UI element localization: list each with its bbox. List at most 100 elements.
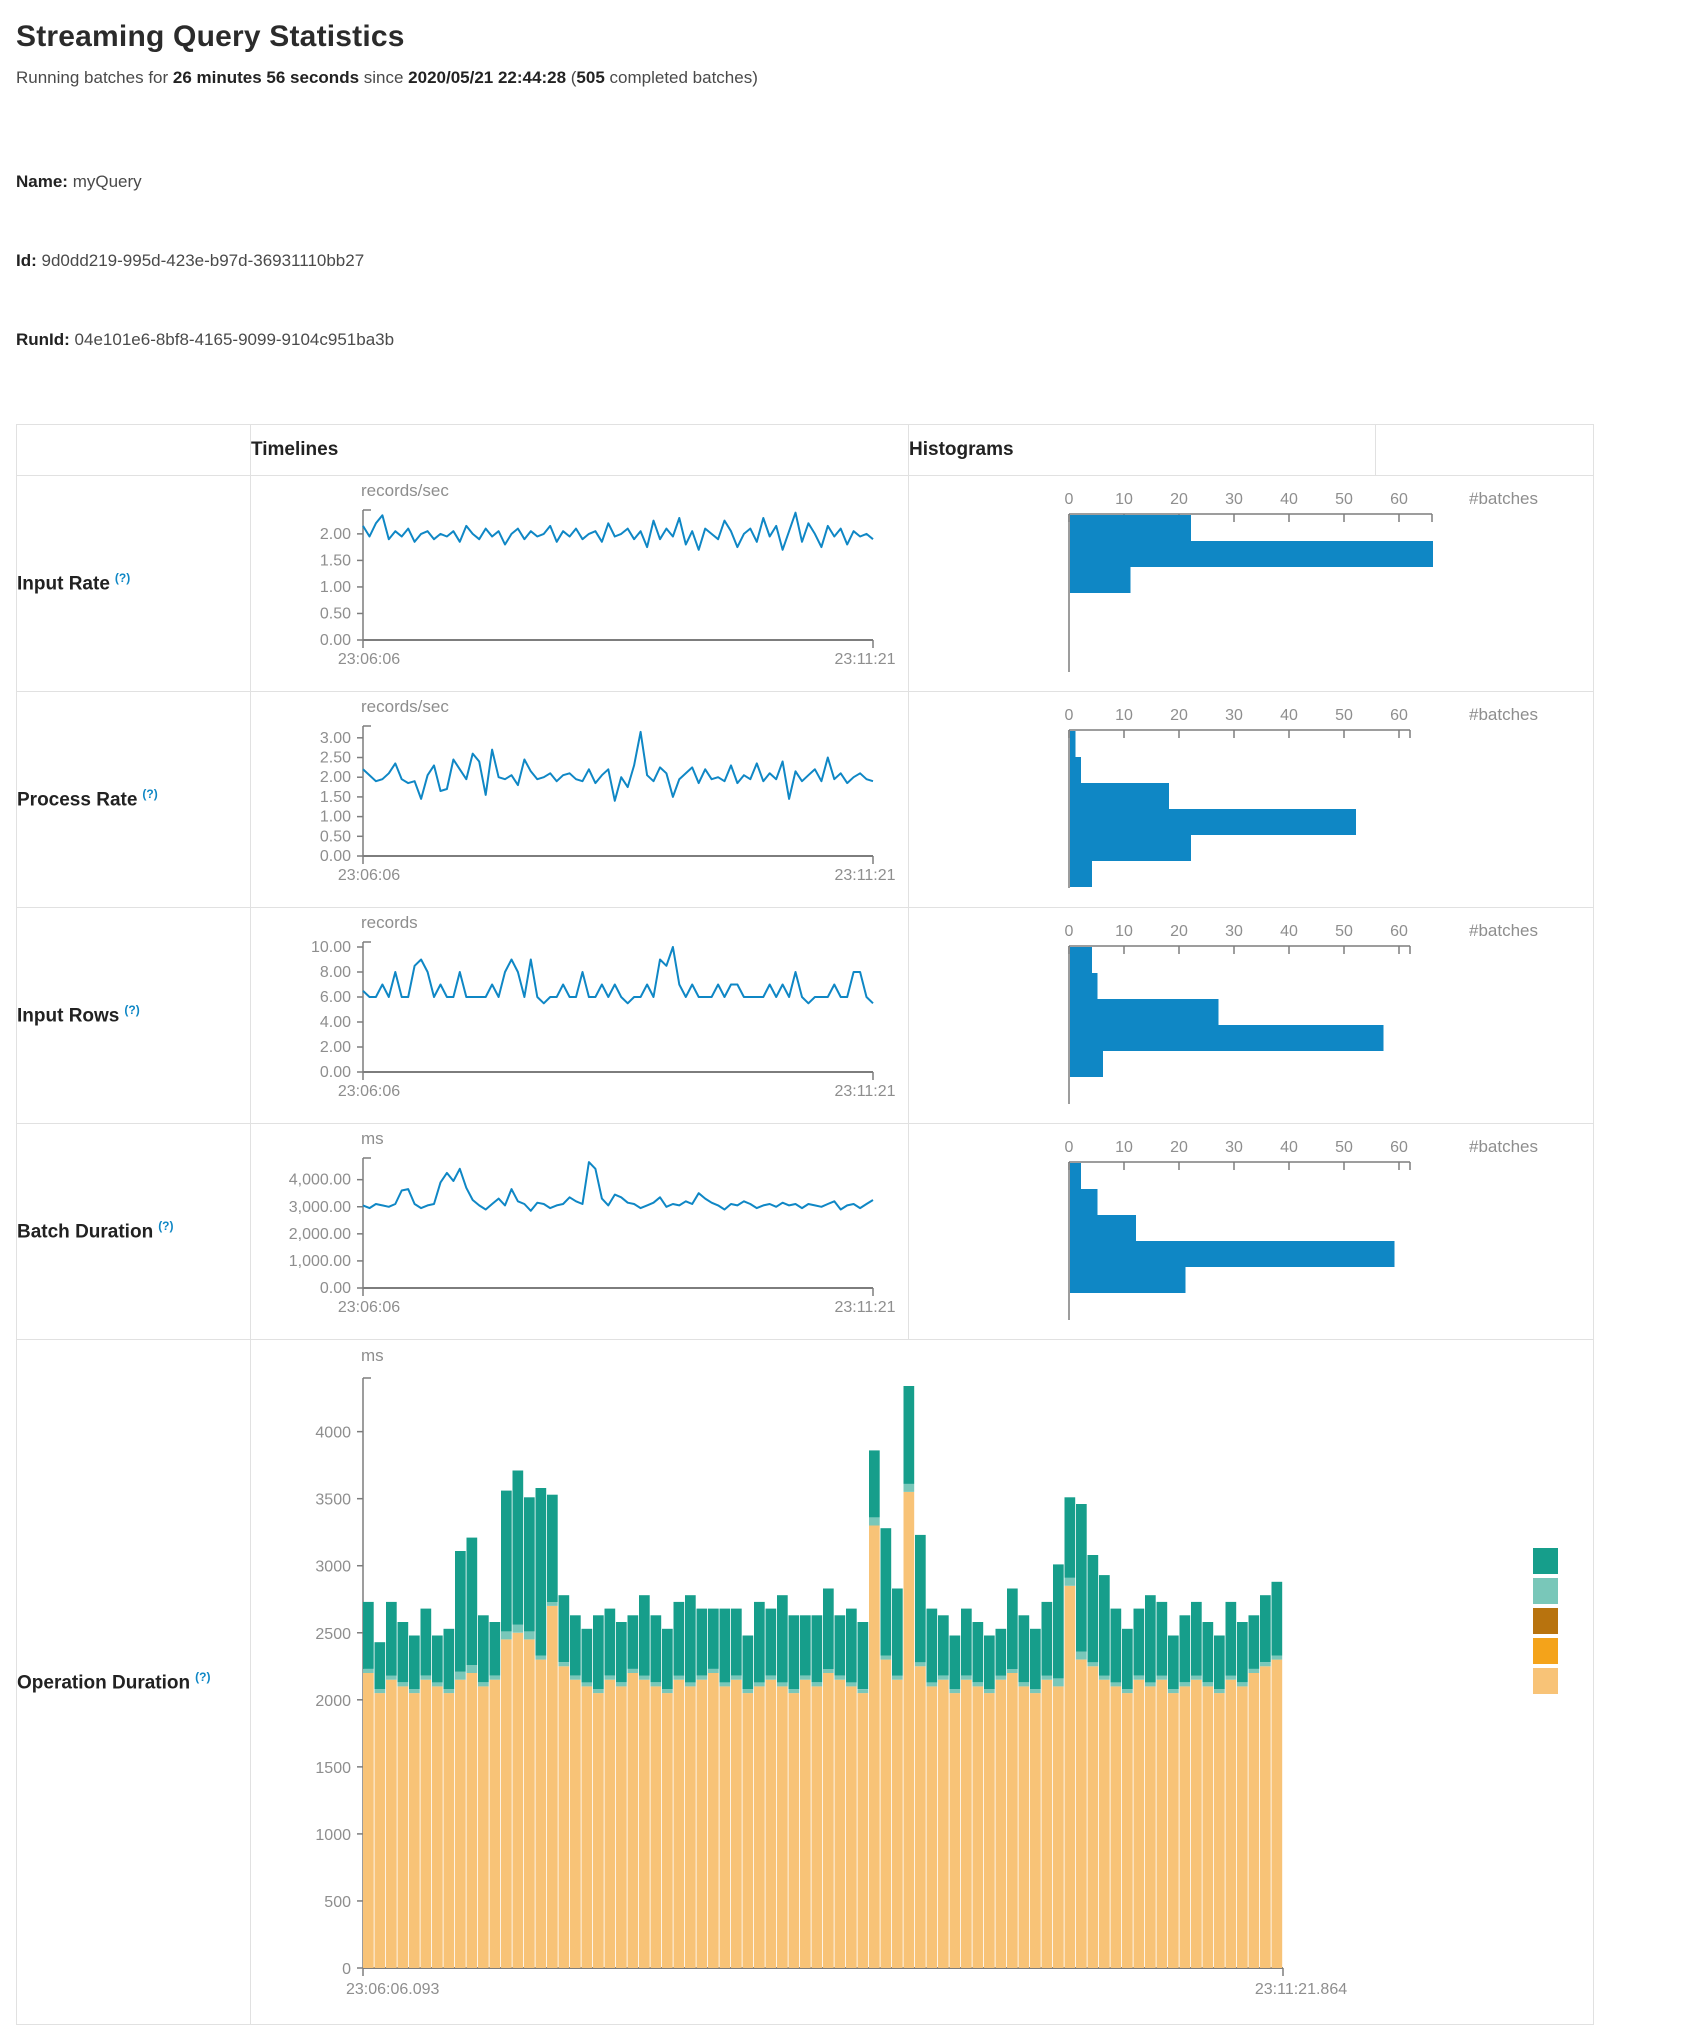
svg-text:0.00: 0.00	[320, 1064, 351, 1081]
svg-text:10.00: 10.00	[311, 939, 351, 956]
svg-text:1.50: 1.50	[320, 789, 351, 806]
svg-text:23:11:21: 23:11:21	[834, 1083, 895, 1100]
svg-text:4.00: 4.00	[320, 1014, 351, 1031]
svg-text:4,000.00: 4,000.00	[289, 1171, 351, 1188]
svg-text:50: 50	[1335, 707, 1353, 724]
svg-text:3500: 3500	[315, 1492, 351, 1509]
query-id-line: Id: 9d0dd219-995d-423e-b97d-36931110bb27	[16, 248, 1677, 274]
statistics-table: Timelines Histograms Input Rate (?) recor…	[16, 424, 1594, 2025]
svg-text:60: 60	[1390, 491, 1408, 508]
query-runid-line: RunId: 04e101e6-8bf8-4165-9099-9104c951b…	[16, 327, 1677, 353]
svg-text:0: 0	[1065, 923, 1074, 940]
svg-text:30: 30	[1225, 707, 1243, 724]
svg-text:2,000.00: 2,000.00	[289, 1226, 351, 1243]
svg-text:10: 10	[1115, 1139, 1133, 1156]
table-header-row: Timelines Histograms	[17, 424, 1594, 475]
svg-text:1,000.00: 1,000.00	[289, 1253, 351, 1270]
svg-text:23:11:21: 23:11:21	[834, 1299, 895, 1316]
svg-text:4000: 4000	[315, 1425, 351, 1442]
input-rows-help-icon[interactable]: (?)	[124, 1003, 139, 1017]
svg-text:40: 40	[1280, 923, 1298, 940]
batch-duration-histogram-chart: 0102030405060#batches	[909, 1124, 1593, 1339]
svg-text:records: records	[361, 913, 418, 932]
svg-text:ms: ms	[361, 1129, 384, 1148]
query-name-value: myQuery	[68, 172, 142, 191]
svg-text:8.00: 8.00	[320, 964, 351, 981]
svg-text:0.50: 0.50	[320, 605, 351, 622]
table-row-batch-duration: Batch Duration(?) ms0.001,000.002,000.00…	[17, 1123, 1594, 1339]
svg-text:2.00: 2.00	[320, 769, 351, 786]
svg-text:10: 10	[1115, 923, 1133, 940]
svg-text:30: 30	[1225, 923, 1243, 940]
svg-text:1.50: 1.50	[320, 552, 351, 569]
svg-text:1000: 1000	[315, 1827, 351, 1844]
query-id-value: 9d0dd219-995d-423e-b97d-36931110bb27	[37, 251, 364, 270]
svg-text:0: 0	[1065, 1139, 1074, 1156]
svg-text:23:11:21: 23:11:21	[834, 867, 895, 884]
header-empty-cell	[17, 424, 251, 475]
batch-duration-help-icon[interactable]: (?)	[158, 1219, 173, 1233]
svg-text:3,000.00: 3,000.00	[289, 1199, 351, 1216]
svg-text:20: 20	[1170, 923, 1188, 940]
svg-text:50: 50	[1335, 923, 1353, 940]
paren-open: (	[566, 68, 576, 87]
running-duration: 26 minutes 56 seconds	[173, 68, 359, 87]
svg-text:3000: 3000	[315, 1559, 351, 1576]
svg-text:20: 20	[1170, 1139, 1188, 1156]
table-row-input-rate: Input Rate(?) records/sec0.000.501.001.5…	[17, 475, 1594, 691]
since-text: since	[359, 68, 408, 87]
svg-text:#batches: #batches	[1469, 921, 1538, 940]
input-rate-histogram-chart: 0102030405060#batches	[909, 476, 1593, 691]
svg-text:2.50: 2.50	[320, 749, 351, 766]
row-label-input-rate: Input Rate	[17, 573, 110, 594]
svg-text:2000: 2000	[315, 1693, 351, 1710]
operation-duration-chart: ms0500100015002000250030003500400023:06:…	[251, 1343, 1593, 2020]
column-header-timelines: Timelines	[251, 424, 909, 475]
input-rows-timeline-chart: records0.002.004.006.008.0010.0023:06:06…	[251, 908, 908, 1123]
query-name-line: Name: myQuery	[16, 169, 1677, 195]
query-runid-label: RunId:	[16, 330, 70, 349]
svg-text:10: 10	[1115, 491, 1133, 508]
svg-text:23:11:21.864: 23:11:21.864	[1255, 1981, 1347, 1998]
svg-text:20: 20	[1170, 707, 1188, 724]
svg-text:1.00: 1.00	[320, 579, 351, 596]
running-batches-summary: Running batches for 26 minutes 56 second…	[16, 68, 1677, 88]
svg-text:23:06:06: 23:06:06	[338, 867, 400, 884]
svg-text:50: 50	[1335, 1139, 1353, 1156]
svg-text:0.00: 0.00	[320, 632, 351, 649]
svg-text:10: 10	[1115, 707, 1133, 724]
operation-duration-help-icon[interactable]: (?)	[195, 1670, 210, 1684]
svg-text:23:06:06: 23:06:06	[338, 1299, 400, 1316]
completed-batches-count: 505	[576, 68, 604, 87]
completed-batches-suffix: completed batches)	[605, 68, 758, 87]
svg-text:records/sec: records/sec	[361, 697, 449, 716]
row-label-batch-duration: Batch Duration	[17, 1221, 153, 1242]
svg-text:40: 40	[1280, 1139, 1298, 1156]
svg-text:23:06:06.093: 23:06:06.093	[346, 1981, 440, 1998]
svg-text:30: 30	[1225, 491, 1243, 508]
svg-text:0.00: 0.00	[320, 848, 351, 865]
query-meta: Name: myQuery Id: 9d0dd219-995d-423e-b97…	[16, 116, 1677, 406]
svg-text:#batches: #batches	[1469, 1137, 1538, 1156]
svg-text:ms: ms	[361, 1346, 384, 1365]
svg-text:0: 0	[1065, 491, 1074, 508]
process-rate-help-icon[interactable]: (?)	[142, 787, 157, 801]
svg-text:40: 40	[1280, 707, 1298, 724]
table-row-operation-duration: Operation Duration(?) ms0500100015002000…	[17, 1339, 1594, 2024]
row-label-operation-duration: Operation Duration	[17, 1672, 190, 1693]
svg-text:500: 500	[324, 1894, 351, 1911]
svg-text:23:11:21: 23:11:21	[834, 651, 895, 668]
input-rate-help-icon[interactable]: (?)	[115, 571, 130, 585]
query-name-label: Name:	[16, 172, 68, 191]
input-rows-histogram-chart: 0 10 20 30 40 50 60 #batches	[909, 908, 1593, 1123]
svg-text:20: 20	[1170, 491, 1188, 508]
svg-text:23:06:06: 23:06:06	[338, 651, 400, 668]
svg-text:60: 60	[1390, 1139, 1408, 1156]
svg-text:#batches: #batches	[1469, 705, 1538, 724]
running-prefix-text: Running batches for	[16, 68, 173, 87]
svg-text:0.50: 0.50	[320, 828, 351, 845]
process-rate-histogram-chart: 0102030405060#batches	[909, 692, 1593, 907]
batch-duration-timeline-chart: ms0.001,000.002,000.003,000.004,000.0023…	[251, 1124, 908, 1339]
svg-text:60: 60	[1390, 923, 1408, 940]
start-timestamp: 2020/05/21 22:44:28	[408, 68, 566, 87]
